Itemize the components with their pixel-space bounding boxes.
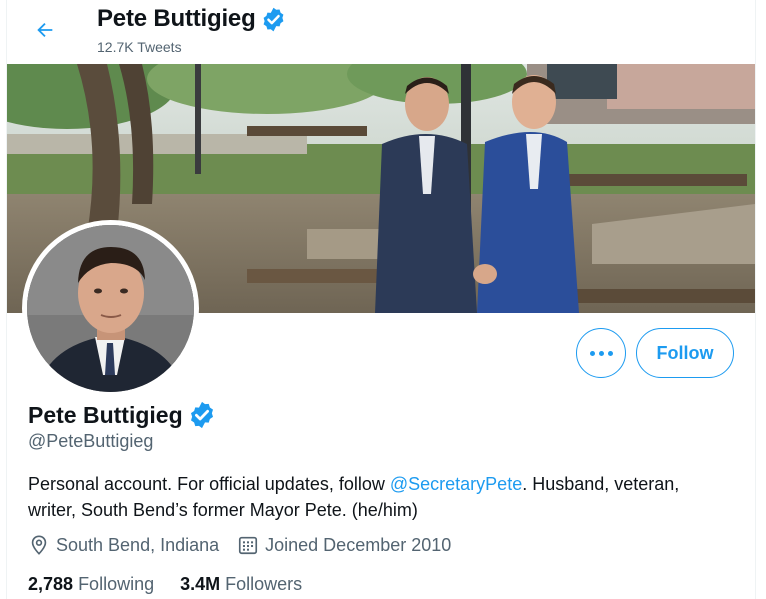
more-options-button[interactable]	[576, 328, 626, 378]
more-dots-icon	[589, 350, 595, 356]
verified-badge-icon	[190, 401, 213, 429]
joined-text: Joined December 2010	[265, 534, 452, 555]
header-name: Pete Buttigieg	[97, 5, 256, 32]
profile-bio: Personal account. For official updates, …	[28, 471, 728, 523]
following-link[interactable]: 2,788 Following	[28, 574, 154, 595]
profile-stats: 2,788 Following 3.4M Followers	[28, 574, 328, 595]
followers-link[interactable]: 3.4M Followers	[180, 574, 302, 595]
following-label: Following	[78, 574, 155, 594]
calendar-icon	[239, 536, 258, 555]
profile-avatar[interactable]	[22, 220, 199, 397]
followers-label: Followers	[225, 574, 303, 594]
profile-name: Pete Buttigieg	[28, 401, 183, 428]
profile-name-row: Pete Buttigieg	[28, 400, 217, 430]
followers-count: 3.4M	[180, 574, 221, 594]
profile-header: Pete Buttigieg 12.7K Tweets	[7, 0, 755, 64]
following-count: 2,788	[28, 574, 74, 594]
location-pin-icon	[31, 535, 47, 555]
bio-text: Personal account. For official updates, …	[28, 474, 390, 494]
profile-handle: @PeteButtigieg	[28, 431, 154, 451]
follow-button[interactable]: Follow	[636, 328, 734, 378]
location-text: South Bend, Indiana	[56, 534, 220, 555]
more-dots-icon	[598, 350, 604, 356]
profile-meta: South Bend, Indiana Joined December 2010	[28, 534, 469, 556]
bio-mention-link[interactable]: @SecretaryPete	[390, 474, 522, 494]
back-button[interactable]	[27, 12, 63, 48]
tweet-count: 12.7K Tweets	[97, 39, 182, 55]
column-border-right	[755, 0, 756, 599]
more-dots-icon	[607, 350, 613, 356]
header-title: Pete Buttigieg	[97, 5, 287, 33]
location-item: South Bend, Indiana	[28, 534, 219, 556]
arrow-left-icon	[37, 22, 53, 38]
verified-badge-icon	[263, 7, 283, 31]
joined-item: Joined December 2010	[237, 534, 451, 556]
